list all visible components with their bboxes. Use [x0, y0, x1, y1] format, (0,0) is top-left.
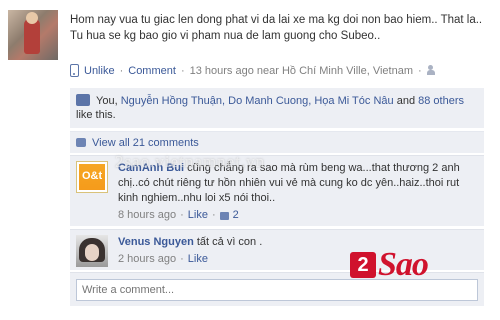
likes-suffix: like this. [76, 109, 116, 121]
comment-input[interactable] [76, 279, 478, 301]
write-comment-box [70, 272, 484, 306]
comment-item: O&t CamAnh Bui cũng chẳng ra sao mà rùm … [70, 155, 484, 226]
likes-box: You, Nguyễn Hồng Thuận, Do Manh Cuong, H… [70, 88, 484, 128]
comment-time[interactable]: 8 hours ago [118, 208, 176, 223]
unlike-link[interactable]: Unlike [84, 65, 115, 77]
comment-like-count[interactable]: 2 [233, 208, 239, 223]
view-all-comments-label[interactable]: View all 21 comments [92, 137, 199, 149]
speech-icon [76, 138, 86, 147]
meta-separator: · [119, 64, 124, 77]
liker-link[interactable]: Do Manh Cuong, [228, 95, 311, 107]
view-all-comments[interactable]: View all 21 comments [70, 131, 484, 153]
liker-link[interactable]: Nguyễn Hồng Thuận, [121, 95, 225, 107]
likes-you: You, [96, 95, 118, 107]
liker-link[interactable]: Họa Mi Tóc Nâu [314, 95, 393, 107]
people-icon[interactable] [426, 65, 439, 76]
mobile-icon [70, 64, 79, 77]
avatar-head [26, 12, 38, 24]
likes-others-link[interactable]: 88 others [418, 95, 464, 107]
comment-link[interactable]: Comment [128, 65, 176, 77]
commenter-avatar[interactable] [76, 235, 108, 267]
comment-text: tất cả vì con . [196, 236, 263, 248]
meta-separator: · [418, 64, 422, 77]
comment-meta: 8 hours ago · Like · 2 [118, 208, 239, 223]
avatar-face [85, 244, 99, 261]
comment-like-link[interactable]: Like [188, 252, 208, 267]
likes-and: and [396, 95, 416, 107]
thumb-icon [76, 94, 90, 106]
post-meta: Unlike · Comment · 13 hours ago near Hồ … [70, 64, 439, 77]
comment-author[interactable]: Venus Nguyen [118, 236, 194, 248]
comment-item: Venus Nguyen tất cả vì con . 2 hours ago… [70, 229, 484, 270]
comment-meta: 2 hours ago · Like [118, 252, 208, 267]
comment-time[interactable]: 2 hours ago [118, 252, 176, 267]
meta-separator: · [180, 64, 185, 77]
poster-avatar[interactable] [8, 10, 58, 60]
avatar-logo-text: O&t [82, 170, 103, 182]
avatar-logo: O&t [79, 164, 105, 190]
commenter-avatar[interactable]: O&t [76, 161, 108, 193]
post-timestamp[interactable]: 13 hours ago near Hồ Chí Minh Ville, Vie… [190, 65, 413, 77]
comment-author[interactable]: CamAnh Bui [118, 162, 184, 174]
post-text: Hom nay vua tu giac len dong phat vi da … [70, 14, 483, 42]
thumb-icon [219, 211, 229, 220]
comment-like-link[interactable]: Like [188, 208, 208, 223]
